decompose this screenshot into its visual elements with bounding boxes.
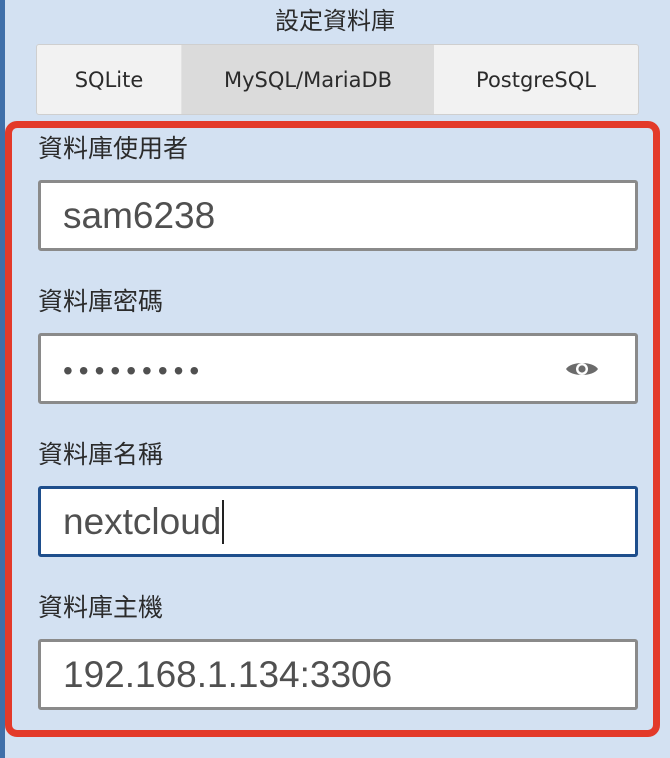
tab-sqlite[interactable]: SQLite — [37, 45, 182, 114]
db-user-label: 資料庫使用者 — [38, 134, 189, 163]
db-name-label: 資料庫名稱 — [38, 440, 164, 469]
db-user-value: sam6238 — [63, 194, 216, 236]
db-password-input[interactable]: ••••••••• — [38, 333, 638, 404]
db-host-label: 資料庫主機 — [38, 593, 164, 622]
db-host-value: 192.168.1.134:3306 — [63, 653, 393, 695]
eye-icon[interactable] — [565, 358, 599, 380]
text-caret — [222, 499, 225, 544]
tab-postgresql[interactable]: PostgreSQL — [434, 45, 638, 114]
tab-mysql-mariadb[interactable]: MySQL/MariaDB — [182, 45, 434, 114]
section-title: 設定資料庫 — [275, 7, 395, 35]
db-password-label: 資料庫密碼 — [38, 287, 164, 316]
db-user-input[interactable]: sam6238 — [38, 180, 638, 251]
db-password-masked-value: ••••••••• — [63, 354, 206, 386]
db-host-input[interactable]: 192.168.1.134:3306 — [38, 639, 638, 710]
db-name-input[interactable]: nextcloud — [38, 486, 638, 557]
database-type-tabs: SQLite MySQL/MariaDB PostgreSQL — [36, 44, 639, 115]
db-name-value: nextcloud — [63, 500, 222, 542]
